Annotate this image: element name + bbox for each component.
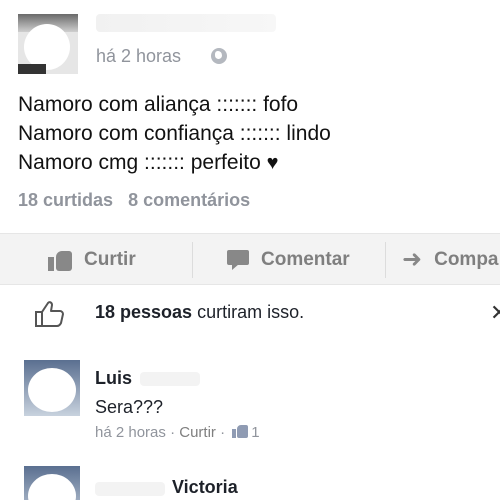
- thumbs-up-outline-icon: [35, 301, 64, 327]
- comment-avatar[interactable]: [24, 466, 80, 500]
- share-button[interactable]: ➜ Compa: [402, 234, 499, 286]
- thumbs-up-icon: [232, 424, 249, 438]
- post-line: Namoro com confiança ::::::: lindo: [18, 122, 331, 145]
- share-button-label: Compa: [434, 249, 499, 270]
- comment-time[interactable]: há 2 horas: [95, 424, 166, 441]
- comment-button-label: Comentar: [261, 249, 350, 270]
- action-divider: [385, 242, 386, 278]
- comment-meta: há 2 horas · Curtir · 1: [95, 424, 260, 441]
- comment-author[interactable]: Victoria: [172, 477, 238, 498]
- like-button-label: Curtir: [84, 249, 136, 270]
- comment-author-blurred: [95, 482, 165, 496]
- comments-count[interactable]: 8 comentários: [128, 190, 250, 210]
- comment-text: Sera???: [95, 397, 164, 417]
- likers-row: 18 pessoas curtiram isso. ✕: [0, 298, 500, 328]
- comment-button[interactable]: Comentar: [227, 234, 350, 286]
- globe-icon: [211, 48, 227, 64]
- comment-avatar[interactable]: [24, 360, 80, 416]
- close-icon[interactable]: ✕: [490, 300, 500, 326]
- author-avatar[interactable]: [18, 14, 78, 74]
- comment-author[interactable]: Luis: [95, 368, 132, 389]
- share-arrow-icon: ➜: [402, 246, 423, 273]
- author-name-blurred[interactable]: [96, 14, 276, 32]
- comment-like-link[interactable]: Curtir: [179, 424, 216, 441]
- meta-dot: ·: [220, 424, 230, 441]
- post-header: há 2 horas: [0, 0, 500, 82]
- post-timestamp[interactable]: há 2 horas: [96, 46, 181, 67]
- heart-icon: ♥: [266, 152, 279, 174]
- action-bar: Curtir Comentar ➜ Compa: [0, 233, 500, 285]
- post-line-text: Namoro cmg ::::::: perfeito: [18, 151, 261, 174]
- post-text: Namoro com aliança ::::::: fofo Namoro c…: [18, 90, 488, 178]
- post-line: Namoro cmg ::::::: perfeito ♥: [18, 148, 488, 178]
- action-divider: [192, 242, 193, 278]
- comment-icon: [227, 250, 249, 270]
- comment-like-count[interactable]: 1: [251, 424, 259, 441]
- comment-author-blurred: [140, 372, 200, 386]
- post-line: Namoro com aliança ::::::: fofo: [18, 93, 299, 116]
- likers-suffix: curtiram isso.: [192, 302, 305, 322]
- post-counts: 18 curtidas 8 comentários: [18, 190, 260, 211]
- meta-dot: ·: [170, 424, 180, 441]
- likers-text[interactable]: 18 pessoas curtiram isso.: [95, 302, 304, 323]
- thumbs-up-icon: [48, 249, 72, 271]
- likers-count: 18 pessoas: [95, 302, 193, 322]
- likes-count[interactable]: 18 curtidas: [18, 190, 113, 210]
- like-button[interactable]: Curtir: [48, 234, 136, 286]
